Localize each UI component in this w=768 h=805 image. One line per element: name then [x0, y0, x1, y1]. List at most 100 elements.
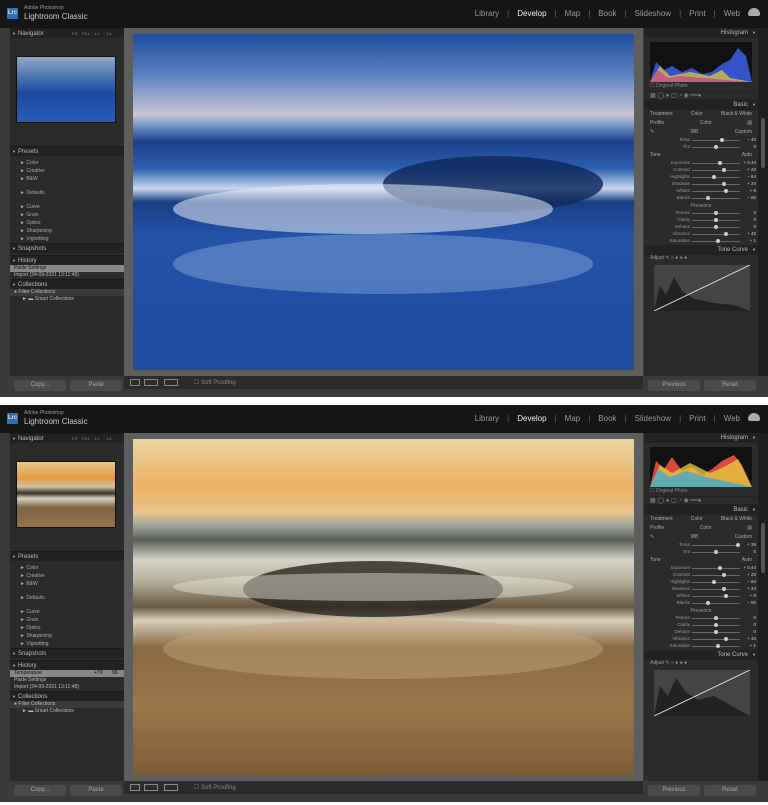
paste-button[interactable]: Paste: [70, 785, 122, 796]
slider-track[interactable]: [692, 596, 740, 597]
slider-track[interactable]: [692, 639, 740, 640]
slider-knob[interactable]: [722, 573, 726, 577]
nav-1to4[interactable]: 1:4: [106, 434, 112, 444]
main-photo[interactable]: [133, 439, 634, 775]
slider-highlights[interactable]: Highlights − 64: [644, 579, 758, 586]
nav-fill[interactable]: FILL: [82, 29, 90, 39]
slider-knob[interactable]: [706, 601, 710, 605]
slider-knob[interactable]: [712, 580, 716, 584]
tone-curve-graph[interactable]: [654, 670, 750, 716]
slider-value[interactable]: + 0.44: [743, 160, 756, 165]
slider-value[interactable]: − 60: [747, 195, 756, 200]
module-slideshow[interactable]: Slideshow: [635, 414, 671, 423]
slider-knob[interactable]: [718, 161, 722, 165]
nav-fit[interactable]: FIT: [72, 434, 78, 444]
slider-shadows[interactable]: Shadows + 24: [644, 586, 758, 593]
nav-1to1[interactable]: 1:1: [94, 29, 100, 39]
collection-filter[interactable]: ● Filter Collections: [10, 701, 124, 708]
slider-exposure[interactable]: Exposure + 0.44: [644, 160, 758, 167]
slider-contrast[interactable]: Contrast + 23: [644, 167, 758, 174]
slider-knob[interactable]: [724, 189, 728, 193]
nav-fill[interactable]: FILL: [82, 434, 90, 444]
presets-header[interactable]: Presets: [10, 146, 124, 157]
collections-header[interactable]: Collections: [10, 691, 124, 702]
preset-defaults[interactable]: ► Defaults: [10, 594, 124, 602]
nav-1to4[interactable]: 1:4: [106, 29, 112, 39]
curve-channel-icons[interactable]: ✎ ○ ● ● ●: [665, 660, 687, 666]
slider-saturation[interactable]: Saturation + 1: [644, 238, 758, 245]
profile-browser-icon[interactable]: ▤: [747, 524, 752, 533]
tone-auto-button[interactable]: Auto: [742, 151, 752, 160]
tool-strip[interactable]: ▦ ◯ ● ▢ ◔ ◉ ━━●: [644, 496, 758, 505]
module-slideshow[interactable]: Slideshow: [635, 9, 671, 18]
module-web[interactable]: Web: [724, 9, 740, 18]
tone-auto-button[interactable]: Auto: [742, 556, 752, 565]
slider-knob[interactable]: [714, 630, 718, 634]
slider-track[interactable]: [692, 191, 740, 192]
slider-knob[interactable]: [714, 145, 718, 149]
slider-value[interactable]: 0: [753, 224, 756, 229]
preset-bw[interactable]: ► B&W: [10, 175, 124, 183]
preset-optics[interactable]: ► Optics: [10, 624, 124, 632]
slider-track[interactable]: [692, 589, 740, 590]
module-map[interactable]: Map: [565, 414, 581, 423]
slider-knob[interactable]: [718, 566, 722, 570]
slider-blacks[interactable]: Blacks − 60: [644, 195, 758, 202]
slider-tint[interactable]: Tint 0: [644, 144, 758, 151]
slider-value[interactable]: + 40: [747, 636, 756, 641]
collection-smart[interactable]: ► ▬ Smart Collections: [10, 708, 124, 715]
nav-1to1[interactable]: 1:1: [94, 434, 100, 444]
previous-button[interactable]: Previous: [648, 785, 700, 796]
preset-sharpening[interactable]: ► Sharpening: [10, 227, 124, 235]
slider-track[interactable]: [692, 545, 740, 546]
preset-color[interactable]: ► Color: [10, 564, 124, 572]
slider-value[interactable]: 0: [753, 622, 756, 627]
slider-knob[interactable]: [722, 182, 726, 186]
slider-track[interactable]: [692, 184, 740, 185]
slider-texture[interactable]: Texture 0: [644, 210, 758, 217]
slider-knob[interactable]: [722, 168, 726, 172]
main-photo[interactable]: [133, 34, 634, 370]
slider-contrast[interactable]: Contrast + 23: [644, 572, 758, 579]
copy-button[interactable]: Copy...: [14, 785, 66, 796]
module-print[interactable]: Print: [689, 414, 705, 423]
slider-value[interactable]: + 40: [747, 231, 756, 236]
slider-knob[interactable]: [724, 594, 728, 598]
brand-name[interactable]: Lightroom Classic: [24, 417, 88, 426]
original-photo-toggle[interactable]: ☐ Original Photo: [644, 82, 758, 91]
profile-select[interactable]: Color: [700, 119, 712, 128]
slider-track[interactable]: [692, 582, 740, 583]
module-library[interactable]: Library: [475, 414, 499, 423]
slider-knob[interactable]: [716, 644, 720, 648]
slider-value[interactable]: − 40: [747, 137, 756, 142]
slider-blacks[interactable]: Blacks − 60: [644, 600, 758, 607]
soft-proofing-label[interactable]: ☐ Soft Proofing: [194, 379, 236, 386]
paste-button[interactable]: Paste: [70, 380, 122, 391]
slider-knob[interactable]: [724, 232, 728, 236]
slider-texture[interactable]: Texture 0: [644, 615, 758, 622]
slider-track[interactable]: [692, 234, 740, 235]
tone-curve-header[interactable]: Tone Curve: [644, 650, 758, 660]
basic-header[interactable]: Basic: [644, 100, 758, 110]
preset-grain[interactable]: ► Grain: [10, 616, 124, 624]
slider-value[interactable]: 0: [753, 217, 756, 222]
snapshots-header[interactable]: Snapshots: [10, 243, 124, 254]
history-item[interactable]: Paste Settings: [10, 265, 124, 272]
slider-value[interactable]: + 1: [750, 643, 756, 648]
slider-value[interactable]: − 64: [747, 174, 756, 179]
slider-tint[interactable]: Tint 0: [644, 549, 758, 556]
slider-value[interactable]: + 24: [747, 586, 756, 591]
slider-track[interactable]: [692, 170, 740, 171]
history-item[interactable]: Import (24-09-2021 13:11:48): [10, 272, 124, 279]
slider-vibrance[interactable]: Vibrance + 40: [644, 231, 758, 238]
preset-vignetting[interactable]: ► Vignetting: [10, 235, 124, 243]
tool-strip[interactable]: ▦ ◯ ● ▢ ◔ ◉ ━━●: [644, 91, 758, 100]
slider-value[interactable]: + 8: [750, 593, 756, 598]
slider-knob[interactable]: [722, 587, 726, 591]
slider-knob[interactable]: [720, 138, 724, 142]
slider-knob[interactable]: [714, 550, 718, 554]
tone-curve-header[interactable]: Tone Curve: [644, 245, 758, 255]
preset-color[interactable]: ► Color: [10, 159, 124, 167]
slider-value[interactable]: − 64: [747, 579, 756, 584]
module-book[interactable]: Book: [598, 414, 616, 423]
